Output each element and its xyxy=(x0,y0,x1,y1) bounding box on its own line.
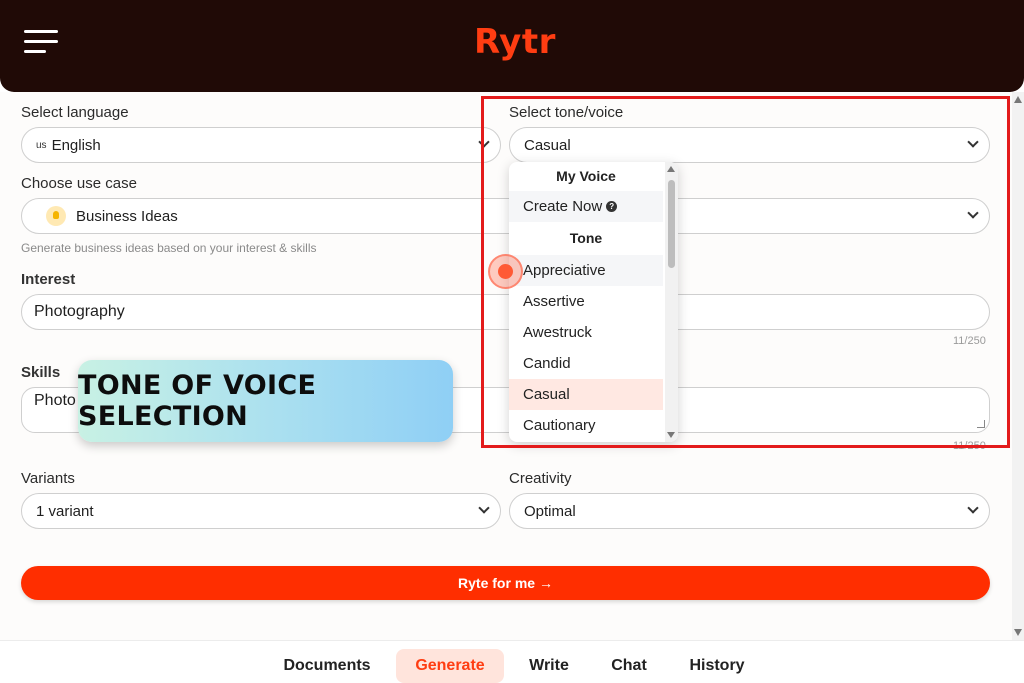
tone-dropdown-list: My Voice Create Now ? Tone Appreciative … xyxy=(509,162,678,442)
tone-option-awestruck[interactable]: Awestruck xyxy=(509,317,663,348)
tone-option-casual[interactable]: Casual xyxy=(509,379,663,410)
creativity-label: Creativity xyxy=(509,470,572,487)
dropdown-header-my-voice: My Voice xyxy=(556,168,616,184)
tone-option-candid[interactable]: Candid xyxy=(509,348,663,379)
language-value: English xyxy=(51,136,101,154)
create-now-label: Create Now xyxy=(523,198,603,215)
tone-selection-banner: TONE OF VOICE SELECTION xyxy=(78,360,453,442)
help-icon: ? xyxy=(606,201,618,212)
tone-option-appreciative[interactable]: Appreciative xyxy=(509,255,663,286)
page-scrollbar[interactable] xyxy=(1012,92,1024,640)
chevron-down-icon xyxy=(967,502,979,514)
skills-value: Photo xyxy=(34,392,76,409)
interest-input[interactable]: Photography xyxy=(21,294,990,330)
nav-history[interactable]: History xyxy=(680,649,754,683)
variants-value: 1 variant xyxy=(36,502,94,520)
tone-label: Select tone/voice xyxy=(509,104,624,121)
dropdown-header-tone: Tone xyxy=(569,230,603,246)
language-select[interactable]: us English xyxy=(21,127,501,163)
chevron-down-icon xyxy=(478,136,490,148)
creativity-select[interactable]: Optimal xyxy=(509,493,990,529)
top-bar: Rytr xyxy=(0,0,1024,92)
chevron-down-icon xyxy=(478,502,490,514)
skills-label: Skills xyxy=(21,364,61,381)
tone-option-cautionary[interactable]: Cautionary xyxy=(509,410,663,441)
scroll-up-icon[interactable] xyxy=(667,166,675,172)
chevron-down-icon xyxy=(967,207,979,219)
interest-label: Interest xyxy=(21,271,76,288)
language-label: Select language xyxy=(21,104,129,121)
nav-chat[interactable]: Chat xyxy=(600,649,658,683)
scrollbar-thumb[interactable] xyxy=(668,180,675,268)
creativity-value: Optimal xyxy=(524,502,576,520)
tone-value: Casual xyxy=(524,136,571,154)
create-now-option[interactable]: Create Now ? xyxy=(509,191,663,222)
nav-write[interactable]: Write xyxy=(518,649,580,683)
use-case-helper: Generate business ideas based on your in… xyxy=(21,241,317,255)
click-indicator-icon xyxy=(488,254,523,289)
variants-select[interactable]: 1 variant xyxy=(21,493,501,529)
bottom-nav: Documents Generate Write Chat History xyxy=(0,640,1024,683)
scroll-up-icon[interactable] xyxy=(1014,96,1022,103)
chevron-down-icon xyxy=(967,136,979,148)
nav-documents[interactable]: Documents xyxy=(272,649,382,683)
use-case-value: Business Ideas xyxy=(76,207,178,225)
menu-icon[interactable] xyxy=(24,30,60,54)
use-case-select[interactable]: Business Ideas xyxy=(21,198,990,234)
use-case-label: Choose use case xyxy=(21,175,137,192)
tone-select[interactable]: Casual xyxy=(509,127,990,163)
lightbulb-icon xyxy=(46,206,66,226)
interest-counter: 11/250 xyxy=(953,335,986,347)
resize-handle-icon[interactable] xyxy=(977,420,985,428)
variants-label: Variants xyxy=(21,470,75,487)
rytr-logo[interactable]: Rytr xyxy=(474,22,556,62)
tone-option-assertive[interactable]: Assertive xyxy=(509,286,663,317)
scroll-down-icon[interactable] xyxy=(667,432,675,438)
skills-counter: 11/250 xyxy=(953,440,986,452)
nav-generate[interactable]: Generate xyxy=(396,649,504,683)
us-flag-icon: us xyxy=(36,139,47,151)
interest-value: Photography xyxy=(34,303,125,320)
dropdown-scrollbar[interactable] xyxy=(665,162,678,442)
scroll-down-icon[interactable] xyxy=(1014,629,1022,636)
ryte-for-me-button[interactable]: Ryte for me → xyxy=(21,566,990,600)
